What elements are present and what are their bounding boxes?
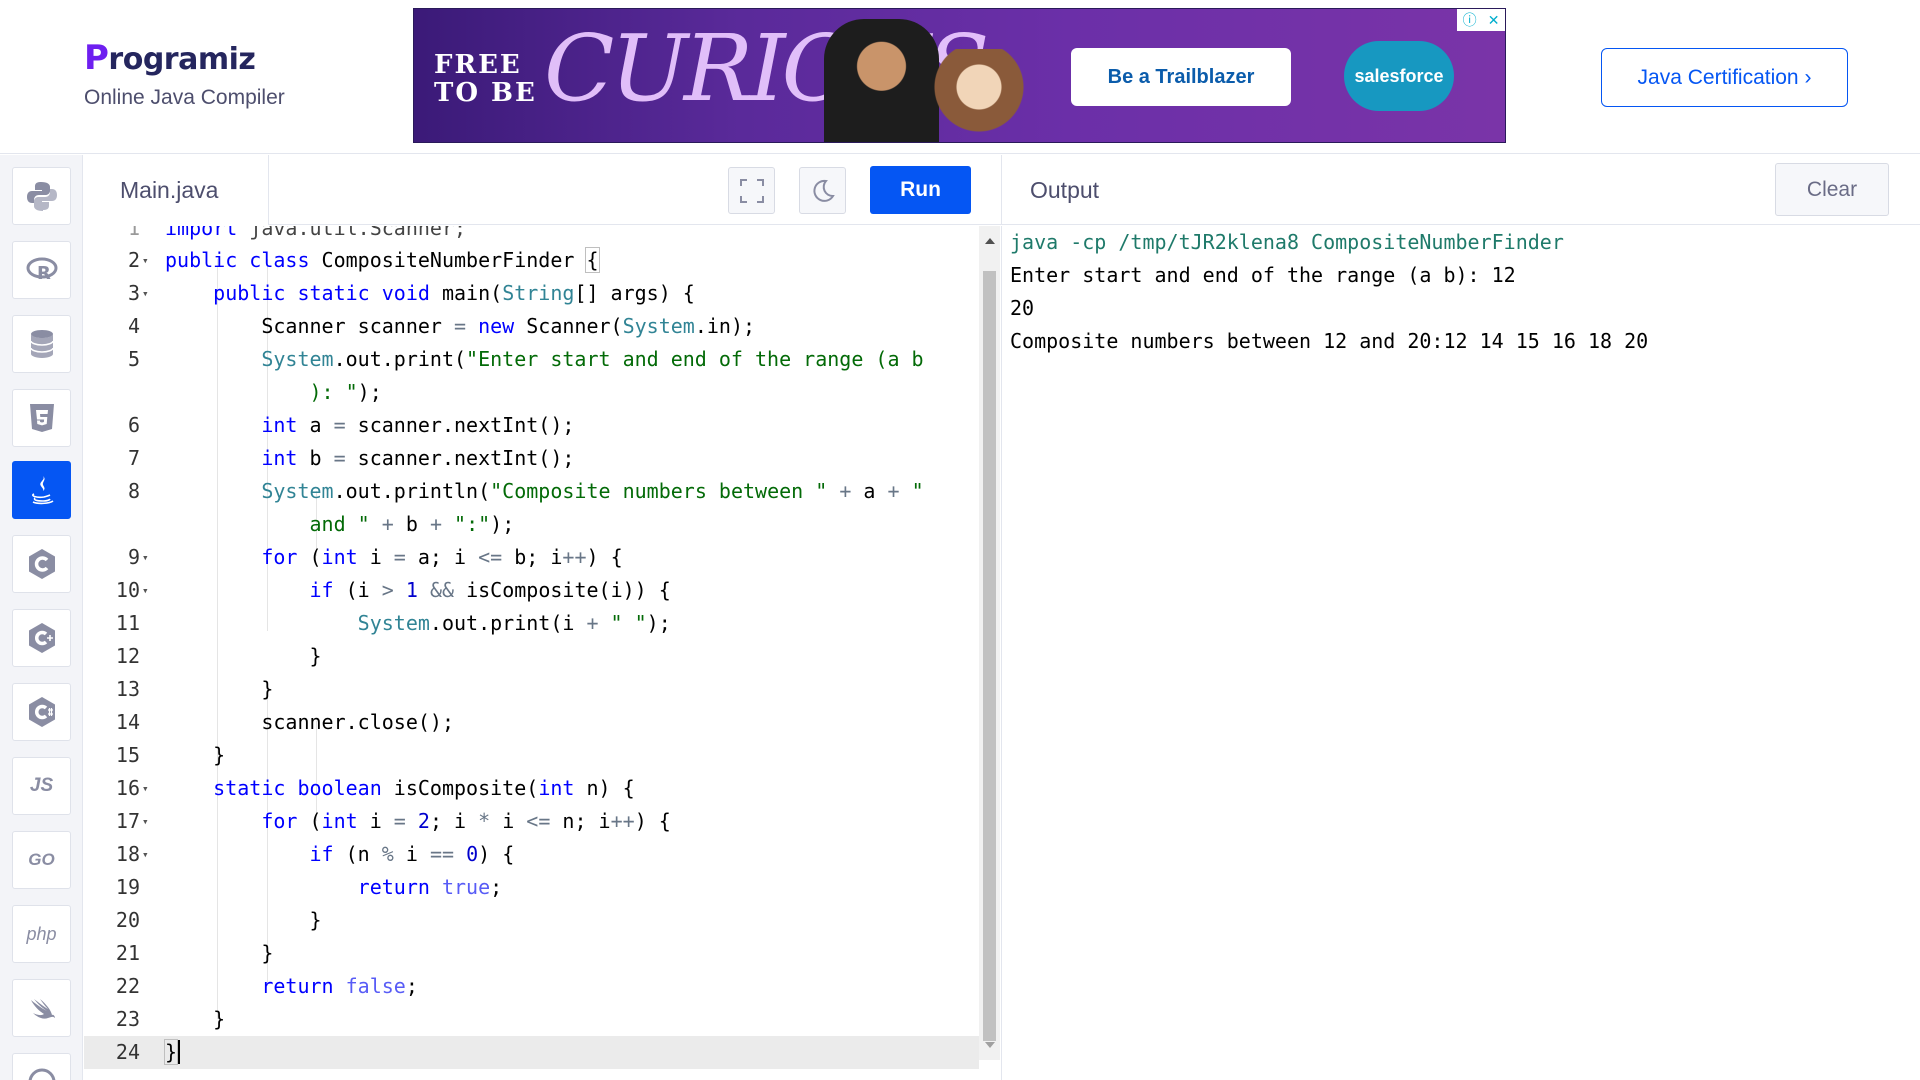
code-line: 23 } [115, 1007, 226, 1031]
ad-close-icon[interactable]: ✕ [1488, 12, 1500, 29]
output-title: Output [1030, 176, 1100, 203]
output-line: Enter start and end of the range (a b): … [1010, 263, 1516, 287]
csharp-icon[interactable] [12, 683, 71, 741]
html5-icon[interactable] [12, 389, 71, 447]
code-line: 6 int a = scanner.nextInt(); [127, 413, 575, 437]
page-subtitle: Online Java Compiler [84, 86, 285, 109]
ad-choices[interactable]: ⓘ ✕ [1457, 9, 1505, 31]
code-line: 12 } [115, 644, 322, 668]
code-line: 4 Scanner scanner = new Scanner(System.i… [127, 314, 756, 338]
code-line: 2 ▾ public class CompositeNumberFinder { [127, 247, 600, 273]
code-editor[interactable]: 1 import java.util.Scanner; 2 ▾ public clas… [84, 226, 979, 1080]
ad-person-image [824, 19, 939, 142]
output-console[interactable]: java -cp /tmp/tJR2klena8 CompositeNumber… [1001, 226, 1920, 1080]
python-icon[interactable] [12, 167, 71, 225]
code-line: 17 ▾ for (int i = 2; i * i <= n; i++) { [115, 809, 671, 833]
code-line: 16 ▾ static boolean isComposite(int n) { [115, 776, 635, 800]
rust-icon[interactable] [12, 1053, 71, 1080]
code-line: and " + b + ":"); [309, 512, 515, 536]
go-icon[interactable]: GO [12, 831, 71, 889]
output-line: 20 [1010, 296, 1035, 320]
java-certification-button[interactable]: Java Certification › [1601, 48, 1848, 107]
ad-mascot-image [934, 49, 1024, 142]
editor-scrollbar[interactable] [979, 226, 1000, 1060]
ad-free-text: FREE TO BE [434, 50, 537, 108]
php-icon[interactable]: php [12, 905, 71, 963]
clear-button[interactable]: Clear [1775, 163, 1889, 216]
ad-cta-button[interactable]: Be a Trailblazer [1071, 48, 1291, 106]
run-button[interactable]: Run [870, 166, 971, 214]
code-line: 19 return true; [115, 875, 503, 899]
output-toolbar: Output Clear [1001, 155, 1920, 225]
svg-text:R: R [37, 263, 51, 284]
code-line: 20 } [115, 908, 322, 932]
code-line: 8 System.out.println("Composite numbers … [127, 479, 924, 503]
code-line: ): "); [309, 380, 382, 404]
code-line: 9 ▾ for (int i = a; i <= b; i++) { [127, 545, 623, 569]
scroll-up-arrow-icon[interactable] [985, 238, 995, 244]
dark-mode-toggle-icon[interactable] [799, 167, 846, 214]
code-line: 3 ▾ public static void main(String[] args… [127, 281, 695, 305]
output-line: Composite numbers between 12 and 20:12 1… [1010, 329, 1649, 353]
code-line: 21 } [115, 941, 274, 965]
tab-main-java[interactable]: Main.java [84, 155, 269, 225]
swift-icon[interactable] [12, 979, 71, 1037]
code-line: 14 scanner.close(); [115, 710, 454, 734]
code-line: 22 return false; [115, 974, 418, 998]
top-header: Programiz Online Java Compiler FREE TO BE… [0, 0, 1920, 154]
editor-toolbar: Main.java Run [84, 155, 1001, 225]
code-line: 13 } [115, 677, 274, 701]
code-line: 5 System.out.print("Enter start and end … [127, 347, 924, 371]
database-icon[interactable] [12, 315, 71, 373]
code-line: 11 System.out.print(i + " "); [115, 611, 671, 635]
ad-info-icon[interactable]: ⓘ [1463, 10, 1477, 30]
code-line: 18 ▾ if (n % i == 0) { [115, 842, 515, 866]
c-icon[interactable] [12, 535, 71, 593]
code-line: 1 import java.util.Scanner; [127, 226, 467, 240]
code-line: 7 int b = scanner.nextInt(); [127, 446, 575, 470]
r-icon[interactable]: R [12, 241, 71, 299]
code-line: 15 } [115, 743, 226, 767]
scrollbar-thumb[interactable] [983, 271, 996, 1041]
cpp-icon[interactable] [12, 609, 71, 667]
programiz-logo[interactable]: Programiz [84, 38, 256, 78]
advertisement-banner[interactable]: FREE TO BE CURIOUS Be a Trailblazer sales… [413, 8, 1506, 143]
scroll-down-arrow-icon[interactable] [985, 1042, 995, 1048]
output-command-line: java -cp /tmp/tJR2klena8 CompositeNumber… [1010, 230, 1564, 254]
java-icon[interactable] [12, 461, 71, 519]
code-line: 10 ▾ if (i > 1 && isComposite(i)) { [115, 578, 671, 602]
language-sidebar: R JS GO php [0, 155, 83, 1080]
fullscreen-icon[interactable] [728, 167, 775, 214]
code-line-active: 24} [84, 1036, 979, 1069]
js-icon[interactable]: JS [12, 757, 71, 815]
salesforce-logo: salesforce [1344, 41, 1454, 111]
